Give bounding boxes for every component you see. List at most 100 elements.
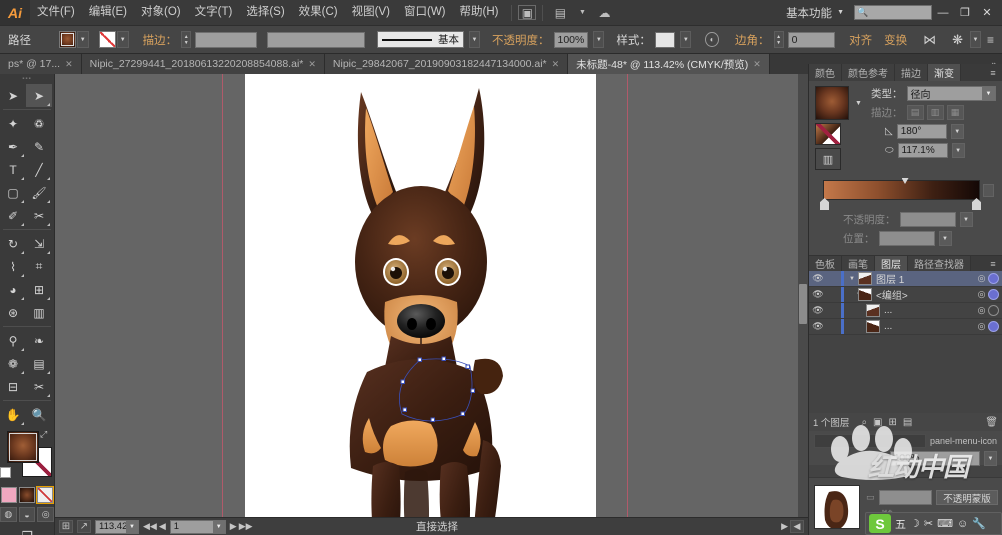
layer-visibility-icon[interactable]: 👁 bbox=[809, 305, 827, 316]
layer-name[interactable]: ... bbox=[884, 321, 975, 332]
paintbrush-tool[interactable]: 🖌 bbox=[26, 181, 52, 204]
menu-type[interactable]: 文字(T) bbox=[188, 0, 240, 25]
chevron-down-icon[interactable]: ▼ bbox=[970, 31, 981, 48]
stock-icon[interactable]: ☁ bbox=[593, 3, 615, 23]
chevron-down-icon[interactable]: ▼ bbox=[593, 31, 605, 48]
stroke-weight-field[interactable] bbox=[195, 31, 258, 48]
tab-stroke[interactable]: 描边 bbox=[895, 64, 928, 81]
document-tab-3-active[interactable]: 未标题-48* @ 113.42% (CMYK/预览) ✕ bbox=[568, 54, 770, 74]
menu-edit[interactable]: 编辑(E) bbox=[82, 0, 134, 25]
layer-name[interactable]: <编组> bbox=[876, 287, 975, 302]
gradient-aspect-field[interactable]: 117.1% bbox=[897, 143, 948, 158]
gradient-preview-swatch[interactable] bbox=[815, 86, 849, 120]
corner-stepper[interactable]: ▲ ▼ bbox=[773, 31, 784, 48]
tab-gradient[interactable]: 渐变 bbox=[928, 64, 961, 81]
gradient-stop-start[interactable] bbox=[820, 198, 829, 210]
ime-moon-icon[interactable]: ☽ bbox=[910, 517, 920, 530]
chevron-down-icon[interactable]: ▼ bbox=[126, 520, 138, 533]
gradient-fill-stroke-toggle-icon[interactable]: ▥ bbox=[815, 148, 841, 170]
first-artboard-icon[interactable]: ◀◀ bbox=[143, 521, 157, 532]
selection-tool[interactable]: ➤ bbox=[0, 84, 26, 107]
layer-select-indicator[interactable] bbox=[988, 321, 999, 332]
stroke-weight-stepper[interactable]: ▲ ▼ bbox=[181, 31, 192, 48]
workspace-switcher[interactable]: 基本功能 ▼ bbox=[782, 5, 848, 21]
slice-tool[interactable]: ✂ bbox=[26, 375, 52, 398]
scrollbar-thumb[interactable] bbox=[799, 284, 807, 324]
shape-builder-icon[interactable]: ❋ bbox=[950, 32, 965, 48]
share-icon[interactable]: ↗ bbox=[77, 520, 91, 533]
toolbox-grip[interactable]: ▪▪▪ bbox=[0, 74, 54, 84]
corner-radius-field[interactable]: 0 bbox=[787, 31, 836, 48]
layer-disclosure-icon[interactable]: ▼ bbox=[846, 276, 858, 282]
new-layer-icon[interactable]: ▤ bbox=[903, 417, 912, 428]
chevron-down-icon[interactable]: ▼ bbox=[959, 212, 973, 227]
chevron-down-icon[interactable]: ▼ bbox=[212, 520, 225, 533]
artboard-number-field[interactable]: 1 ▼ bbox=[169, 519, 226, 534]
line-segment-tool[interactable]: ╱ bbox=[26, 158, 52, 181]
menu-view[interactable]: 视图(V) bbox=[345, 0, 397, 25]
artboard-tool[interactable]: ⊟ bbox=[0, 375, 26, 398]
menu-effect[interactable]: 效果(C) bbox=[292, 0, 345, 25]
panel-menu-icon[interactable]: ≡ bbox=[984, 64, 1002, 81]
stroke-swatch[interactable] bbox=[98, 31, 116, 48]
chevron-down-icon[interactable]: ▼ bbox=[982, 87, 995, 100]
gradient-stroke-swatch[interactable] bbox=[815, 123, 841, 145]
isolate-icon[interactable]: ⋈ bbox=[921, 32, 938, 48]
perspective-grid-tool[interactable]: ⊞ bbox=[26, 278, 52, 301]
gradient-angle-field[interactable]: 180° bbox=[896, 124, 947, 139]
layer-row[interactable]: 👁 ▼ <编组>◎ bbox=[809, 287, 1002, 303]
gradient-tool[interactable]: ▥ bbox=[26, 301, 52, 324]
gradient-reverse-button[interactable] bbox=[983, 184, 994, 197]
chevron-down-icon[interactable]: ▼ bbox=[680, 31, 692, 48]
pen-tool[interactable]: ✒ bbox=[0, 135, 26, 158]
tab-color[interactable]: 颜色 bbox=[809, 64, 842, 81]
align-label[interactable]: 对齐 bbox=[849, 32, 872, 48]
delete-layer-icon[interactable]: 🗑 bbox=[985, 417, 998, 428]
layer-name[interactable]: ... bbox=[884, 305, 975, 316]
gradient-midpoint-handle[interactable] bbox=[901, 178, 909, 184]
color-mode-none-icon[interactable] bbox=[36, 486, 54, 504]
transparency-field[interactable] bbox=[878, 490, 932, 505]
menu-file[interactable]: 文件(F) bbox=[30, 0, 82, 25]
rotate-tool[interactable]: ↻ bbox=[0, 232, 26, 255]
hand-tool[interactable]: ✋ bbox=[0, 403, 26, 426]
stroke-gradient-across-icon[interactable]: ▦ bbox=[946, 105, 964, 120]
bridge-icon[interactable]: ▤ bbox=[549, 3, 571, 23]
last-artboard-icon[interactable]: ▶▶ bbox=[239, 521, 253, 532]
gradient-location-field[interactable] bbox=[878, 231, 935, 246]
menu-help[interactable]: 帮助(H) bbox=[453, 0, 506, 25]
tab-swatches[interactable]: 色板 bbox=[809, 256, 842, 271]
gradient-opacity-field[interactable] bbox=[899, 212, 956, 227]
opacity-circle-icon[interactable]: ◐ bbox=[705, 32, 720, 47]
stroke-gradient-within-icon[interactable]: ▤ bbox=[906, 105, 924, 120]
panel-menu-icon[interactable]: panel-menu-icon bbox=[930, 436, 997, 446]
shaper-tool[interactable]: ✐ bbox=[0, 204, 26, 227]
document-tab-2[interactable]: Nipic_29842067_20190903182447134000.ai* … bbox=[324, 54, 569, 74]
default-fill-stroke-icon[interactable] bbox=[0, 467, 11, 478]
locate-object-icon[interactable]: ⌕ bbox=[861, 417, 867, 428]
layer-target-icon[interactable]: ◎ bbox=[975, 289, 988, 300]
document-tab-0[interactable]: ps* @ 17... ✕ bbox=[0, 54, 82, 74]
rectangle-tool[interactable]: ▢ bbox=[0, 181, 26, 204]
chevron-down-icon[interactable]: ▼ bbox=[984, 451, 997, 466]
menu-object[interactable]: 对象(O) bbox=[134, 0, 188, 25]
color-mode-gradient-icon[interactable] bbox=[19, 487, 35, 503]
ime-emoji-icon[interactable]: ☺ bbox=[957, 518, 968, 530]
stroke-weight-label[interactable]: 描边： bbox=[143, 32, 178, 48]
stroke-profile-field[interactable] bbox=[267, 31, 365, 48]
navigator-zoom-field[interactable]: 100% bbox=[890, 451, 980, 466]
panel-menu-icon[interactable]: ≡ bbox=[984, 256, 1002, 271]
panel-menu-icon[interactable]: ≡ bbox=[985, 33, 1002, 47]
window-close-button[interactable]: ✕ bbox=[976, 5, 998, 21]
opacity-label[interactable]: 不透明度： bbox=[492, 32, 550, 48]
ime-toolbar[interactable]: S 五 ☽ ✂ ⌨ ☺ 🔧 bbox=[865, 512, 1002, 535]
new-sublayer-icon[interactable]: ⊞ bbox=[889, 417, 897, 428]
type-tool[interactable]: T bbox=[0, 158, 26, 181]
column-graph-tool[interactable]: ▤ bbox=[26, 352, 52, 375]
magic-wand-tool[interactable]: ✦ bbox=[0, 112, 26, 135]
chevron-down-icon[interactable]: ▼ bbox=[951, 143, 965, 158]
tab-color-guide[interactable]: 颜色参考 bbox=[842, 64, 895, 81]
scroll-right-icon[interactable]: ▶ bbox=[781, 521, 788, 532]
opacity-mask-button[interactable]: 不透明蒙版 bbox=[936, 490, 998, 505]
layer-row[interactable]: 👁 ▶...◎ bbox=[809, 303, 1002, 319]
